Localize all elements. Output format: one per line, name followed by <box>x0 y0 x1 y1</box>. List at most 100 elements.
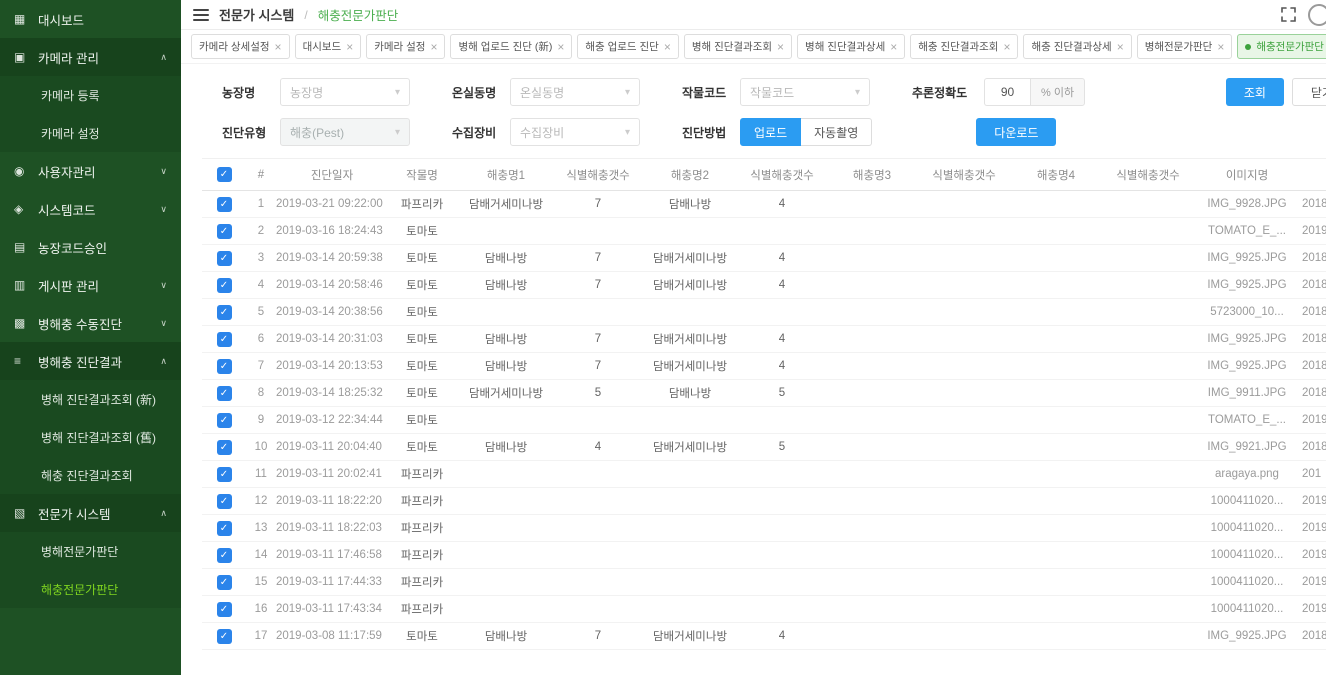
method-upload-button[interactable]: 업로드 <box>740 118 801 146</box>
tab[interactable]: 병해 진단결과조회× <box>684 34 792 59</box>
close-button[interactable]: 닫기 <box>1292 78 1326 106</box>
tab-close-icon[interactable]: × <box>777 41 784 53</box>
column-header[interactable]: 식별해충갯수 <box>920 159 1008 191</box>
table-row[interactable]: 12019-03-21 09:22:00파프리카담배거세미나방7담배나방4IMG… <box>202 191 1326 218</box>
row-checkbox[interactable] <box>217 278 232 293</box>
select-all-checkbox[interactable] <box>217 167 232 182</box>
equipment-select[interactable]: 수집장비 ▾ <box>510 118 640 146</box>
table-row[interactable]: 72019-03-14 20:13:53토마토담배나방7담배거세미나방4IMG_… <box>202 353 1326 380</box>
fullscreen-icon[interactable] <box>1281 7 1296 22</box>
tab[interactable]: 카메라 설정× <box>366 34 445 59</box>
sidebar-subitem[interactable]: 병해 진단결과조회 (新) <box>0 380 181 418</box>
menu-toggle-icon[interactable] <box>193 7 209 23</box>
row-checkbox[interactable] <box>217 251 232 266</box>
tab-close-icon[interactable]: × <box>1217 41 1224 53</box>
table-row[interactable]: 172019-03-08 11:17:59토마토담배나방7담배거세미나방4IMG… <box>202 623 1326 650</box>
column-header[interactable]: 해충명3 <box>824 159 920 191</box>
column-header[interactable]: 식별해충갯수 <box>1104 159 1192 191</box>
row-checkbox[interactable] <box>217 494 232 509</box>
sidebar-item[interactable]: ▤농장코드승인 <box>0 228 181 266</box>
table-row[interactable]: 52019-03-14 20:38:56토마토5723000_10...2018 <box>202 299 1326 326</box>
sidebar-subitem[interactable]: 해충 진단결과조회 <box>0 456 181 494</box>
table-row[interactable]: 112019-03-11 20:02:41파프리카aragaya.png201 <box>202 461 1326 488</box>
row-checkbox[interactable] <box>217 548 232 563</box>
sidebar-item[interactable]: ▣카메라 관리∧ <box>0 38 181 76</box>
tab[interactable]: 대시보드× <box>295 34 362 59</box>
search-button[interactable]: 조회 <box>1226 78 1284 106</box>
column-header[interactable]: 진단일자 <box>276 159 388 191</box>
tab-close-icon[interactable]: × <box>275 41 282 53</box>
row-checkbox[interactable] <box>217 332 232 347</box>
table-row[interactable]: 162019-03-11 17:43:34파프리카1000411020...20… <box>202 596 1326 623</box>
column-header[interactable]: 식별해충갯수 <box>740 159 824 191</box>
column-header[interactable]: 식별해충갯수 <box>556 159 640 191</box>
sidebar-subitem[interactable]: 병해전문가판단 <box>0 532 181 570</box>
row-checkbox[interactable] <box>217 521 232 536</box>
table-row[interactable]: 92019-03-12 22:34:44토마토TOMATO_E_...2019 <box>202 407 1326 434</box>
column-header[interactable]: 작물명 <box>388 159 456 191</box>
row-checkbox[interactable] <box>217 197 232 212</box>
sidebar-subitem[interactable]: 병해 진단결과조회 (舊) <box>0 418 181 456</box>
method-auto-button[interactable]: 자동촬영 <box>801 118 872 146</box>
tab[interactable]: 해충 진단결과상세× <box>1023 34 1131 59</box>
table-row[interactable]: 152019-03-11 17:44:33파프리카1000411020...20… <box>202 569 1326 596</box>
tab[interactable]: 해충전문가판단× <box>1237 34 1326 59</box>
table-row[interactable]: 22019-03-16 18:24:43토마토TOMATO_E_...2019 <box>202 218 1326 245</box>
row-checkbox[interactable] <box>217 602 232 617</box>
row-checkbox[interactable] <box>217 386 232 401</box>
row-checkbox[interactable] <box>217 413 232 428</box>
sidebar-item[interactable]: ▥게시판 관리∨ <box>0 266 181 304</box>
row-checkbox[interactable] <box>217 629 232 644</box>
tab[interactable]: 카메라 상세설정× <box>191 34 290 59</box>
column-header[interactable]: 이미지명 <box>1192 159 1302 191</box>
row-checkbox[interactable] <box>217 575 232 590</box>
tab-close-icon[interactable]: × <box>557 41 564 53</box>
tab-close-icon[interactable]: × <box>664 41 671 53</box>
table-row[interactable]: 102019-03-11 20:04:40토마토담배나방4담배거세미나방5IMG… <box>202 434 1326 461</box>
column-header[interactable]: 해충명2 <box>640 159 740 191</box>
tab[interactable]: 병해 업로드 진단 (新)× <box>450 34 572 59</box>
table-row[interactable]: 122019-03-11 18:22:20파프리카1000411020...20… <box>202 488 1326 515</box>
row-checkbox[interactable] <box>217 224 232 239</box>
column-header[interactable]: # <box>246 159 276 191</box>
sidebar-item[interactable]: ▦대시보드 <box>0 0 181 38</box>
column-header[interactable]: 해충명4 <box>1008 159 1104 191</box>
sidebar-subitem[interactable]: 카메라 등록 <box>0 76 181 114</box>
farm-select[interactable]: 농장명 ▾ <box>280 78 410 106</box>
tab-close-icon[interactable]: × <box>890 41 897 53</box>
accuracy-input[interactable] <box>984 78 1030 106</box>
tab-close-icon[interactable]: × <box>346 41 353 53</box>
cell-crop: 파프리카 <box>388 191 456 218</box>
tab[interactable]: 해충 업로드 진단× <box>577 34 678 59</box>
tab[interactable]: 병해 진단결과상세× <box>797 34 905 59</box>
table-row[interactable]: 142019-03-11 17:46:58파프리카1000411020...20… <box>202 542 1326 569</box>
sidebar-item[interactable]: ◉사용자관리∨ <box>0 152 181 190</box>
sidebar-item[interactable]: ▩병해충 수동진단∨ <box>0 304 181 342</box>
table-row[interactable]: 32019-03-14 20:59:38토마토담배나방7담배거세미나방4IMG_… <box>202 245 1326 272</box>
tab-close-icon[interactable]: × <box>1117 41 1124 53</box>
row-checkbox[interactable] <box>217 467 232 482</box>
greenhouse-select[interactable]: 온실동명 ▾ <box>510 78 640 106</box>
column-header[interactable]: 해충명1 <box>456 159 556 191</box>
tab[interactable]: 해충 진단결과조회× <box>910 34 1018 59</box>
diagnosis-type-select[interactable]: 해충(Pest) ▾ <box>280 118 410 146</box>
sidebar-subitem[interactable]: 카메라 설정 <box>0 114 181 152</box>
sidebar-subitem[interactable]: 해충전문가판단 <box>0 570 181 608</box>
table-row[interactable]: 62019-03-14 20:31:03토마토담배나방7담배거세미나방4IMG_… <box>202 326 1326 353</box>
tab-close-icon[interactable]: × <box>430 41 437 53</box>
tab[interactable]: 병해전문가판단× <box>1137 34 1233 59</box>
table-row[interactable]: 132019-03-11 18:22:03파프리카1000411020...20… <box>202 515 1326 542</box>
column-header[interactable] <box>1302 159 1326 191</box>
table-row[interactable]: 82019-03-14 18:25:32토마토담배거세미나방5담배나방5IMG_… <box>202 380 1326 407</box>
sidebar-item[interactable]: ◈시스템코드∨ <box>0 190 181 228</box>
sidebar-item[interactable]: ▧전문가 시스템∧ <box>0 494 181 532</box>
user-avatar[interactable] <box>1308 4 1326 26</box>
sidebar-item[interactable]: ≡병해충 진단결과∧ <box>0 342 181 380</box>
download-button[interactable]: 다운로드 <box>976 118 1056 146</box>
table-row[interactable]: 42019-03-14 20:58:46토마토담배나방7담배거세미나방4IMG_… <box>202 272 1326 299</box>
row-checkbox[interactable] <box>217 440 232 455</box>
crop-code-select[interactable]: 작물코드 ▾ <box>740 78 870 106</box>
row-checkbox[interactable] <box>217 359 232 374</box>
tab-close-icon[interactable]: × <box>1003 41 1010 53</box>
row-checkbox[interactable] <box>217 305 232 320</box>
